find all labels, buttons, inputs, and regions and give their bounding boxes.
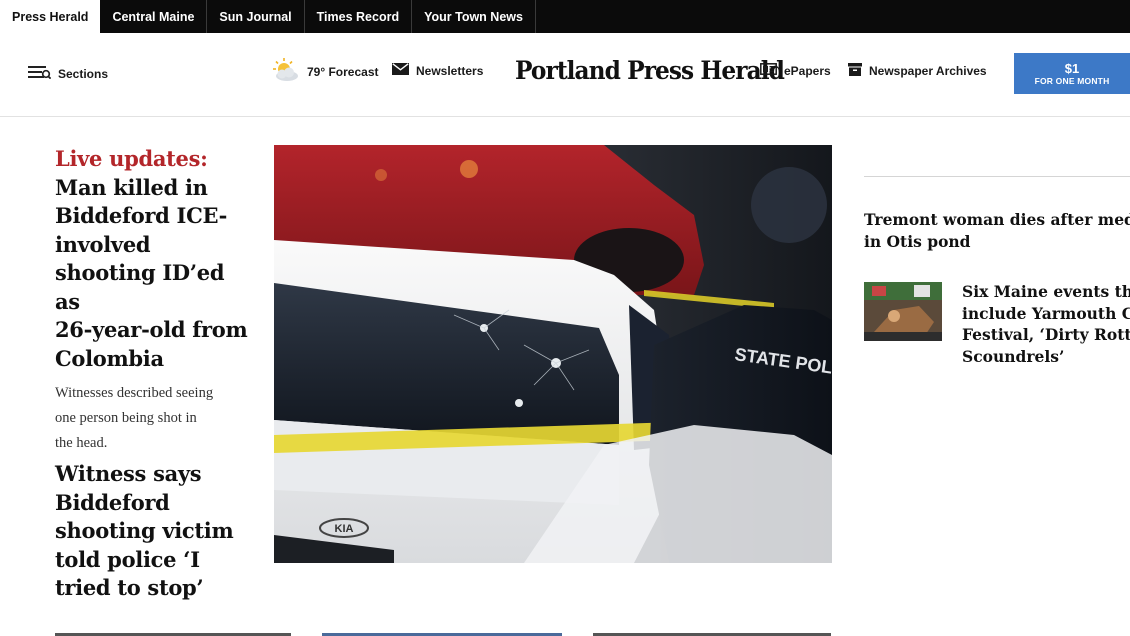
epapers-label: ePapers bbox=[784, 63, 831, 78]
second-headline-line: told police ‘I bbox=[55, 546, 200, 572]
lead-headline-line: involved bbox=[55, 231, 151, 257]
rail-story-line: in Otis pond bbox=[864, 232, 971, 251]
lead-deck: Witnesses described seeing one person be… bbox=[55, 381, 255, 456]
menu-icon bbox=[28, 65, 52, 82]
newsletters-label: Newsletters bbox=[416, 63, 484, 78]
second-headline-line: Witness says bbox=[55, 461, 202, 486]
pub-tab-times-record[interactable]: Times Record bbox=[305, 0, 413, 33]
pub-tab-press-herald[interactable]: Press Herald bbox=[0, 0, 101, 33]
lead-headline-line: Man killed in bbox=[55, 174, 208, 200]
lead-photo[interactable]: KIA STATE POLIC bbox=[274, 145, 832, 563]
lead-headline-line: shooting ID’ed as bbox=[55, 260, 225, 314]
lead-deck-line: one person being shot in bbox=[55, 410, 197, 426]
lead-headline-line: Biddeford ICE- bbox=[55, 203, 228, 228]
rail-story-thumbnail[interactable] bbox=[864, 282, 942, 341]
car-badge: KIA bbox=[335, 523, 354, 535]
sections-button[interactable]: Sections bbox=[28, 65, 108, 82]
rail-story-line: Six Maine events this bbox=[962, 282, 1130, 301]
rail-story-line: Scoundrels’ bbox=[962, 346, 1065, 366]
sections-label: Sections bbox=[58, 66, 109, 81]
second-headline-line: shooting victim bbox=[55, 518, 234, 543]
rail-story-line: Tremont woman dies after medica bbox=[864, 210, 1130, 229]
newsletters-link[interactable]: Newsletters bbox=[392, 63, 483, 78]
lead-kicker: Live updates: bbox=[55, 146, 208, 171]
rail-story-line: Festival, ‘Dirty Rotter bbox=[962, 325, 1130, 344]
site-header: Sections 79° Forecast Newsletters Portla… bbox=[0, 33, 1130, 117]
lead-headline-link[interactable]: Man killed in Biddeford ICE- involved sh… bbox=[55, 174, 255, 374]
lead-headline-line: 26-year-old from bbox=[55, 317, 248, 342]
archive-box-icon bbox=[848, 63, 862, 79]
second-headline-line: tried to stop’ bbox=[55, 575, 204, 600]
weather-forecast-link[interactable]: 79° Forecast bbox=[271, 57, 379, 86]
subscribe-button[interactable]: $1 FOR ONE MONTH bbox=[1014, 53, 1130, 94]
envelope-icon bbox=[392, 63, 409, 78]
partly-sunny-icon bbox=[271, 57, 300, 86]
archives-label: Newspaper Archives bbox=[869, 64, 987, 78]
lead-headline-line: Colombia bbox=[55, 345, 164, 371]
pub-tab-your-town-news[interactable]: Your Town News bbox=[412, 0, 536, 33]
subscribe-term: FOR ONE MONTH bbox=[1034, 75, 1110, 86]
lead-deck-line: the head. bbox=[55, 435, 108, 451]
epapers-link[interactable]: ePapers bbox=[760, 63, 831, 78]
pub-tab-sun-journal[interactable]: Sun Journal bbox=[207, 0, 305, 33]
second-headline-line: Biddeford bbox=[55, 489, 170, 515]
rail-story-line: include Yarmouth Cl bbox=[962, 303, 1130, 323]
rail-story-maine-events-link[interactable]: Six Maine events this include Yarmouth C… bbox=[962, 281, 1130, 367]
second-story-headline-link[interactable]: Witness says Biddeford shooting victim t… bbox=[55, 460, 255, 603]
pub-tab-central-maine[interactable]: Central Maine bbox=[100, 0, 208, 33]
lead-story: Live updates: Man killed in Biddeford IC… bbox=[55, 145, 255, 456]
weather-label: 79° Forecast bbox=[307, 64, 379, 79]
publication-bar: Press Herald Central Maine Sun Journal T… bbox=[0, 0, 1130, 33]
lead-deck-line: Witnesses described seeing bbox=[55, 385, 214, 401]
rail-divider bbox=[864, 176, 1130, 177]
newspaper-archives-link[interactable]: Newspaper Archives bbox=[848, 63, 987, 79]
site-logo[interactable]: Portland Press Herald bbox=[515, 56, 785, 85]
subscribe-price: $1 bbox=[1064, 60, 1080, 76]
newspaper-icon bbox=[760, 63, 777, 78]
rail-story-tremont-link[interactable]: Tremont woman dies after medica in Otis … bbox=[864, 209, 1130, 253]
